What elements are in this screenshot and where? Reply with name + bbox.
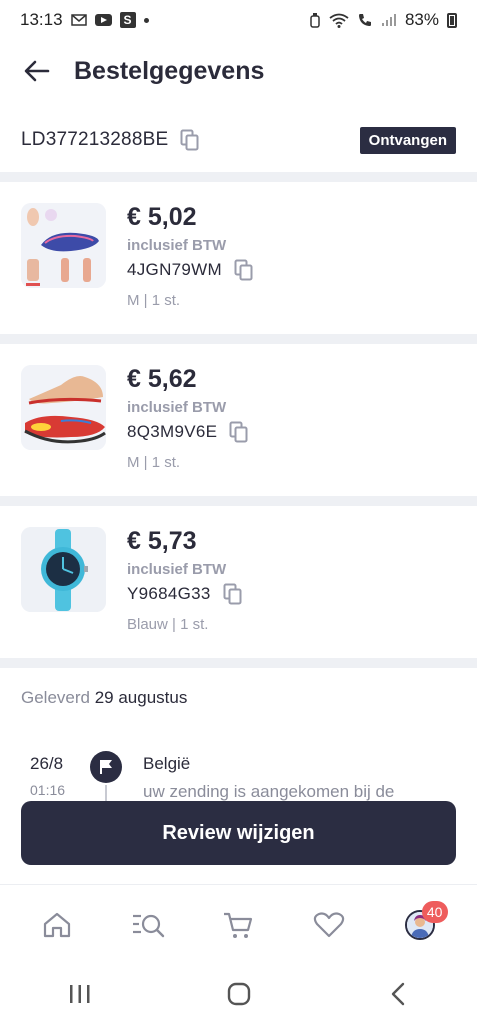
back-system-button[interactable] — [373, 974, 423, 1014]
timeline-place: België — [143, 754, 191, 773]
back-button[interactable] — [20, 54, 54, 88]
heart-icon — [313, 911, 345, 937]
copy-icon — [234, 259, 253, 281]
arch-support-insole-image — [21, 365, 106, 450]
recent-apps-icon — [69, 985, 89, 1003]
copy-icon — [229, 421, 248, 443]
delivery-info: Geleverd 29 augustus — [21, 688, 187, 708]
recent-apps-button[interactable] — [55, 974, 105, 1014]
wifi-icon — [329, 13, 349, 28]
home-system-button[interactable] — [214, 974, 264, 1014]
flag-icon — [90, 751, 122, 783]
product-variant: M | 1 st. — [127, 292, 181, 309]
nav-account[interactable]: 40 — [395, 900, 448, 950]
copy-icon — [223, 583, 242, 605]
nav-cart[interactable] — [213, 900, 263, 950]
mail-icon — [70, 14, 87, 26]
copy-sku-button[interactable] — [232, 258, 256, 282]
cart-icon — [224, 912, 253, 938]
call-icon — [357, 12, 373, 28]
home-button-icon — [227, 982, 250, 1006]
system-nav-bar — [0, 964, 477, 1024]
youtube-icon — [94, 14, 112, 26]
product-price: € 5,02 — [127, 203, 197, 231]
notification-badge: 40 — [421, 900, 448, 923]
product-item[interactable]: € 5,73 inclusief BTW Y9684G33 Blauw | 1 … — [0, 506, 477, 658]
bottom-nav: 40 — [0, 884, 477, 964]
dot-icon — [143, 17, 149, 23]
divider — [0, 496, 477, 506]
battery-percent: 83% — [404, 10, 439, 29]
copy-sku-button[interactable] — [227, 420, 251, 444]
divider — [0, 334, 477, 344]
order-row: LD377213288BE Ontvangen — [0, 118, 477, 162]
status-time: 13:13 — [20, 10, 63, 29]
copy-sku-button[interactable] — [221, 582, 245, 606]
product-sku: 8Q3M9V6E — [127, 422, 218, 441]
timeline-day: 26/8 — [30, 754, 64, 773]
product-price: € 5,73 — [127, 527, 197, 555]
product-sku: Y9684G33 — [127, 584, 211, 603]
product-variant: Blauw | 1 st. — [127, 616, 209, 633]
review-button[interactable]: Review wijzigen — [21, 801, 456, 865]
alarm-icon — [309, 12, 321, 28]
vat-label: inclusief BTW — [127, 399, 227, 416]
timeline-time: 01:16 — [30, 782, 66, 798]
vat-label: inclusief BTW — [127, 561, 227, 578]
product-sku: 4JGN79WM — [127, 260, 222, 279]
status-bar: 13:13 S 83% — [0, 0, 477, 40]
copy-icon — [180, 129, 199, 151]
timeline-description: uw zending is aangekomen bij de — [143, 782, 395, 801]
delivery-date: 29 augustus — [94, 688, 188, 707]
copy-order-number-button[interactable] — [178, 128, 202, 152]
signal-icon — [381, 13, 397, 27]
nav-search[interactable] — [123, 900, 173, 950]
order-number: LD377213288BE — [21, 129, 169, 150]
product-item[interactable]: € 5,02 inclusief BTW 4JGN79WM M | 1 st. — [0, 182, 477, 334]
blue-watch-image — [21, 527, 106, 612]
arrow-left-icon — [24, 60, 50, 82]
search-list-icon — [132, 914, 165, 937]
page-title: Bestelgegevens — [74, 56, 265, 85]
divider — [0, 658, 477, 668]
header: Bestelgegevens — [0, 40, 477, 102]
delivery-label: Geleverd — [21, 688, 90, 707]
back-icon — [391, 982, 404, 1006]
insole-product-image — [21, 203, 106, 288]
battery-icon — [447, 12, 457, 28]
nav-wishlist[interactable] — [304, 900, 354, 950]
vat-label: inclusief BTW — [127, 237, 227, 254]
product-price: € 5,62 — [127, 365, 197, 393]
product-variant: M | 1 st. — [127, 454, 181, 471]
s-app-icon: S — [119, 12, 136, 28]
home-icon — [44, 912, 71, 937]
nav-home[interactable] — [32, 900, 82, 950]
divider — [0, 172, 477, 182]
status-badge: Ontvangen — [359, 126, 456, 154]
product-item[interactable]: € 5,62 inclusief BTW 8Q3M9V6E M | 1 st. — [0, 344, 477, 496]
